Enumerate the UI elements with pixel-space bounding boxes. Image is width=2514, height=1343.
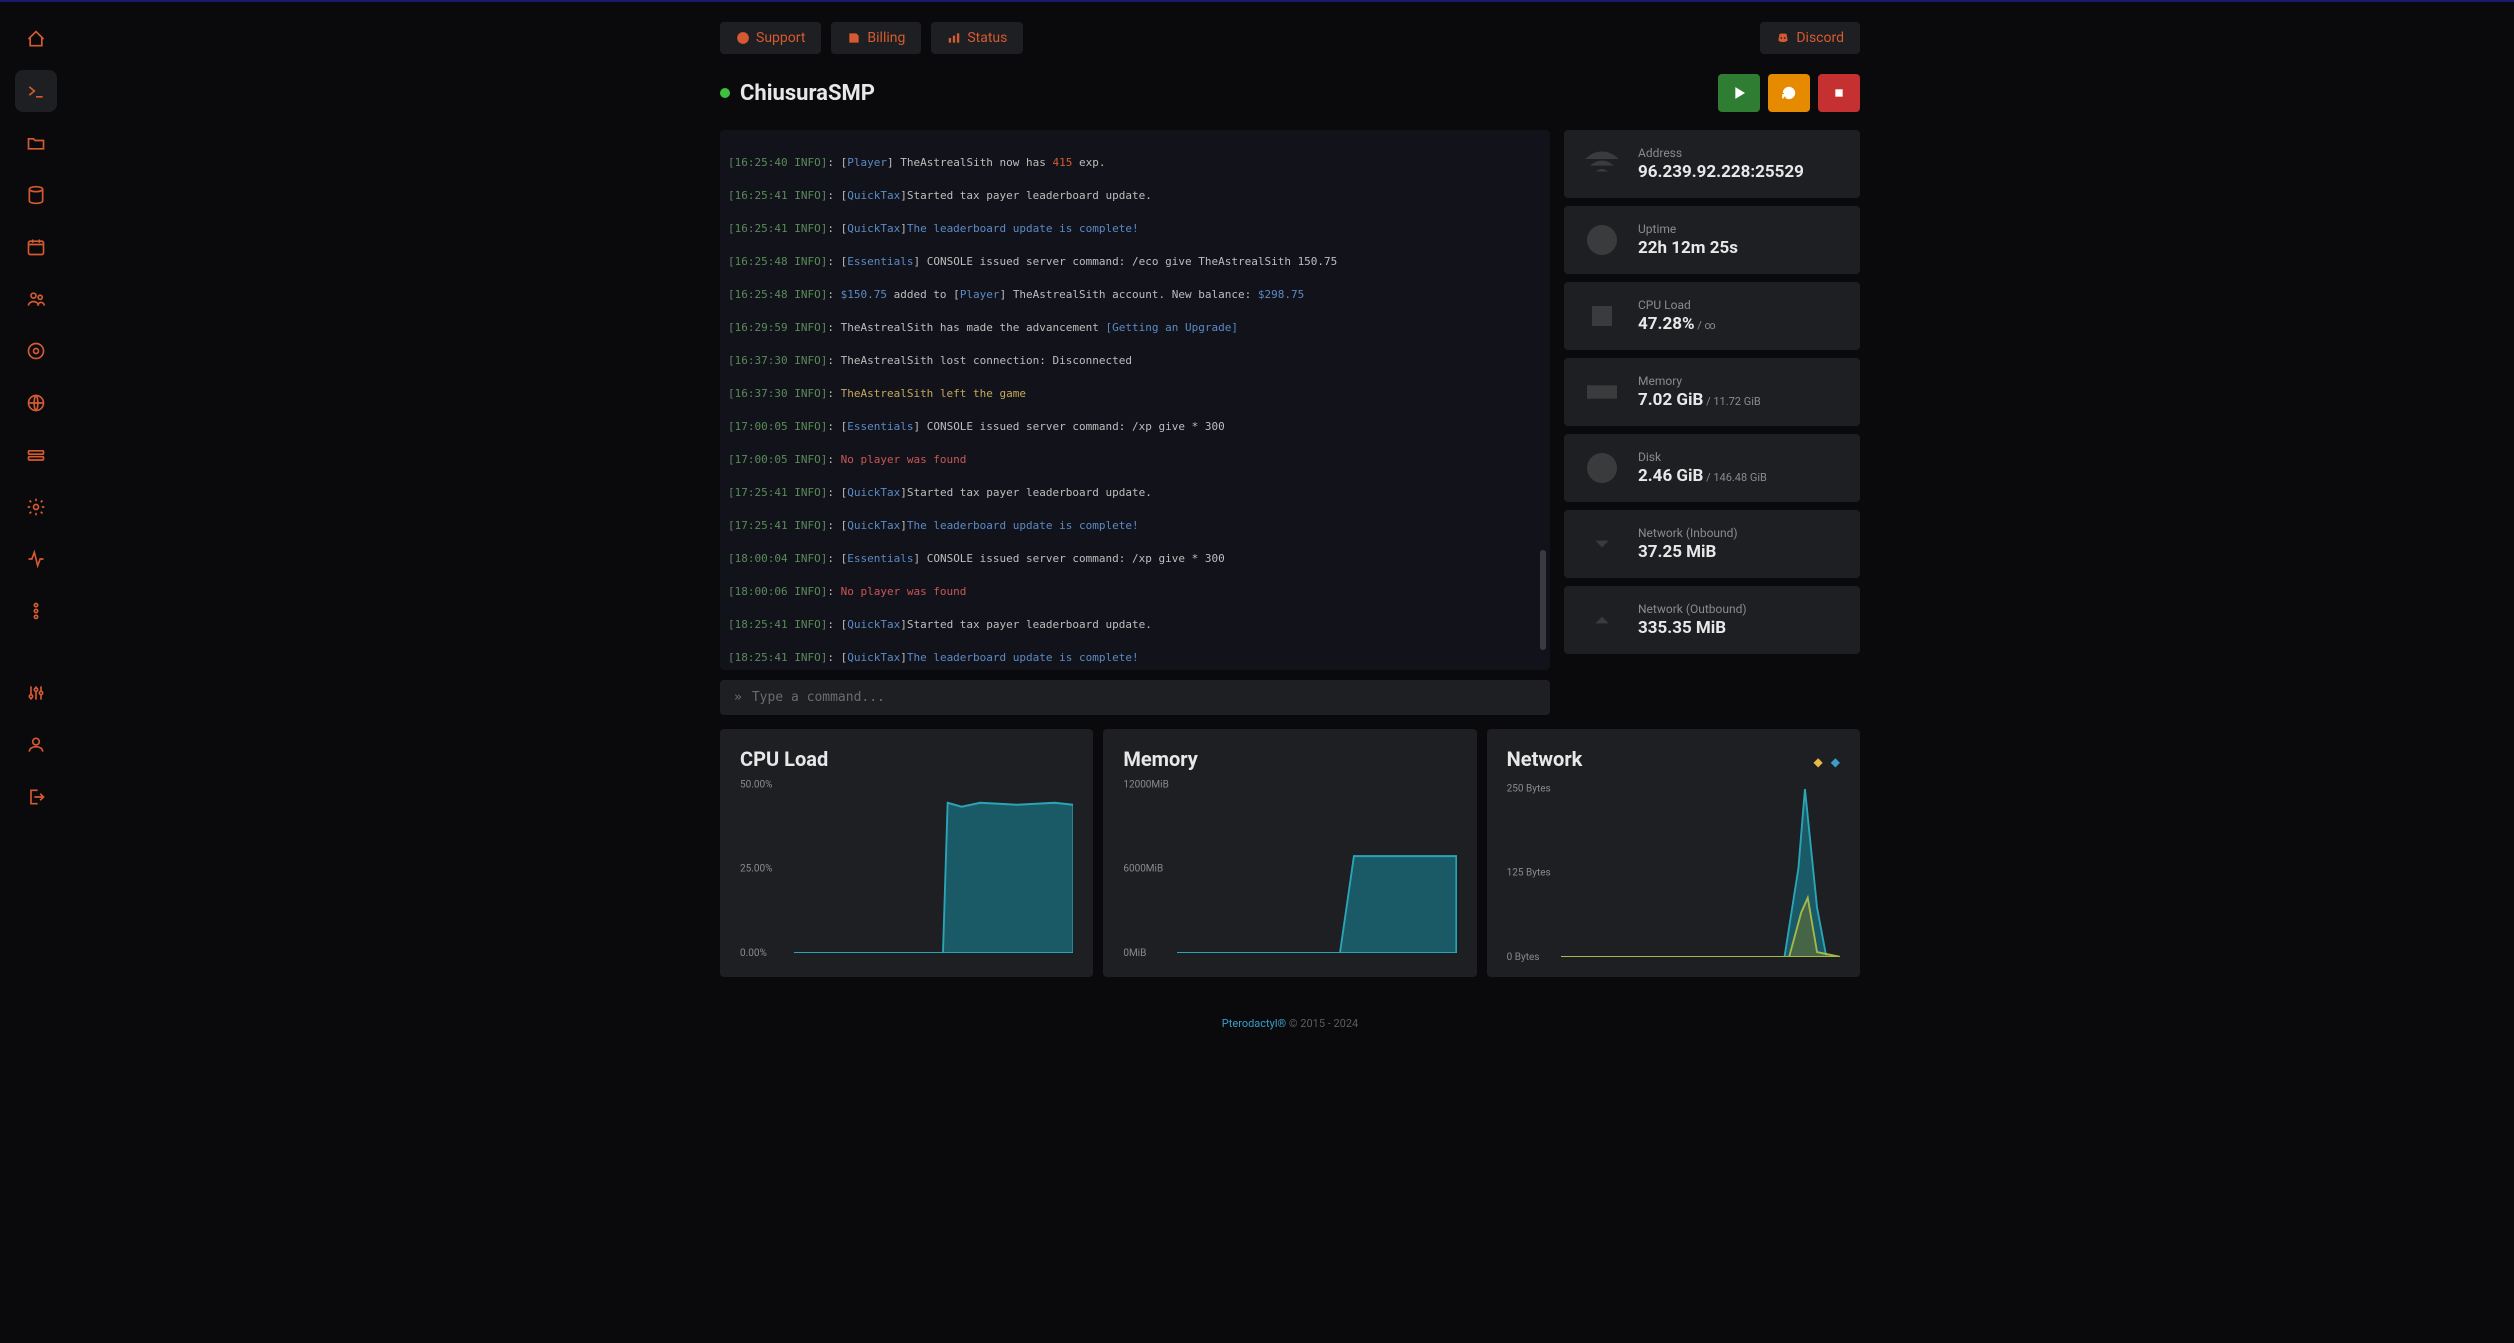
stat-uptime: Uptime22h 12m 25s: [1564, 206, 1860, 274]
console-output: [16:25:40 INFO]: [Player] TheAstrealSith…: [720, 130, 1550, 670]
billing-label: Billing: [867, 30, 905, 46]
server-header: ChiusuraSMP: [720, 74, 1860, 112]
start-button[interactable]: [1718, 74, 1760, 112]
sidebar: [0, 2, 72, 1343]
support-link[interactable]: Support: [720, 22, 821, 54]
stop-button[interactable]: [1818, 74, 1860, 112]
main-content: Support Billing Status Discord ChiusuraS…: [680, 2, 1900, 1030]
nav-schedules[interactable]: [15, 226, 57, 268]
command-input[interactable]: [752, 690, 1536, 705]
footer: Pterodactyl® © 2015 - 2024: [720, 1017, 1860, 1030]
status-link[interactable]: Status: [931, 22, 1023, 54]
billing-link[interactable]: Billing: [831, 22, 921, 54]
stat-net-out: Network (Outbound)335.35 MiB: [1564, 586, 1860, 654]
download-icon: [1582, 524, 1622, 564]
nav-files[interactable]: [15, 122, 57, 164]
topbar: Support Billing Status Discord: [720, 14, 1860, 74]
cpu-chart: CPU Load 50.00% 25.00% 0.00%: [720, 729, 1093, 977]
support-label: Support: [756, 30, 805, 46]
disk-icon: [1582, 448, 1622, 488]
nav-settings[interactable]: [15, 486, 57, 528]
nav-users[interactable]: [15, 278, 57, 320]
memory-icon: [1582, 372, 1622, 412]
discord-label: Discord: [1796, 30, 1844, 46]
stat-memory: Memory7.02 GiB / 11.72 GiB: [1564, 358, 1860, 426]
cloud-upload-icon: ◆: [1831, 755, 1840, 769]
discord-link[interactable]: Discord: [1760, 22, 1860, 54]
console-scrollbar[interactable]: [1540, 550, 1546, 650]
status-label: Status: [967, 30, 1007, 46]
nav-sliders[interactable]: [15, 672, 57, 714]
nav-home[interactable]: [15, 18, 57, 60]
stat-disk: Disk2.46 GiB / 146.48 GiB: [1564, 434, 1860, 502]
nav-backups[interactable]: [15, 330, 57, 372]
nav-more[interactable]: [15, 590, 57, 632]
stat-address: Address96.239.92.228:25529: [1564, 130, 1860, 198]
stat-net-in: Network (Inbound)37.25 MiB: [1564, 510, 1860, 578]
network-chart: Network ◆◆ 250 Bytes 125 Bytes 0 Bytes: [1487, 729, 1860, 977]
cloud-download-icon: ◆: [1814, 755, 1823, 769]
charts-row: CPU Load 50.00% 25.00% 0.00% Memory 1200…: [720, 729, 1860, 977]
command-input-box: »: [720, 680, 1550, 715]
server-name: ChiusuraSMP: [740, 81, 875, 106]
upload-icon: [1582, 600, 1622, 640]
nav-logout[interactable]: [15, 776, 57, 818]
wifi-icon: [1582, 144, 1622, 184]
stats-column: Address96.239.92.228:25529 Uptime22h 12m…: [1564, 130, 1860, 715]
footer-link[interactable]: Pterodactyl®: [1222, 1017, 1286, 1030]
nav-databases[interactable]: [15, 174, 57, 216]
clock-icon: [1582, 220, 1622, 260]
nav-network[interactable]: [15, 382, 57, 424]
nav-activity[interactable]: [15, 538, 57, 580]
restart-button[interactable]: [1768, 74, 1810, 112]
stat-cpu: CPU Load47.28% / ∞: [1564, 282, 1860, 350]
nav-console[interactable]: [15, 70, 57, 112]
command-prefix-icon: »: [734, 690, 742, 705]
cpu-icon: [1582, 296, 1622, 336]
nav-account[interactable]: [15, 724, 57, 766]
nav-startup[interactable]: [15, 434, 57, 476]
memory-chart: Memory 12000MiB 6000MiB 0MiB: [1103, 729, 1476, 977]
status-dot-online: [720, 88, 730, 98]
